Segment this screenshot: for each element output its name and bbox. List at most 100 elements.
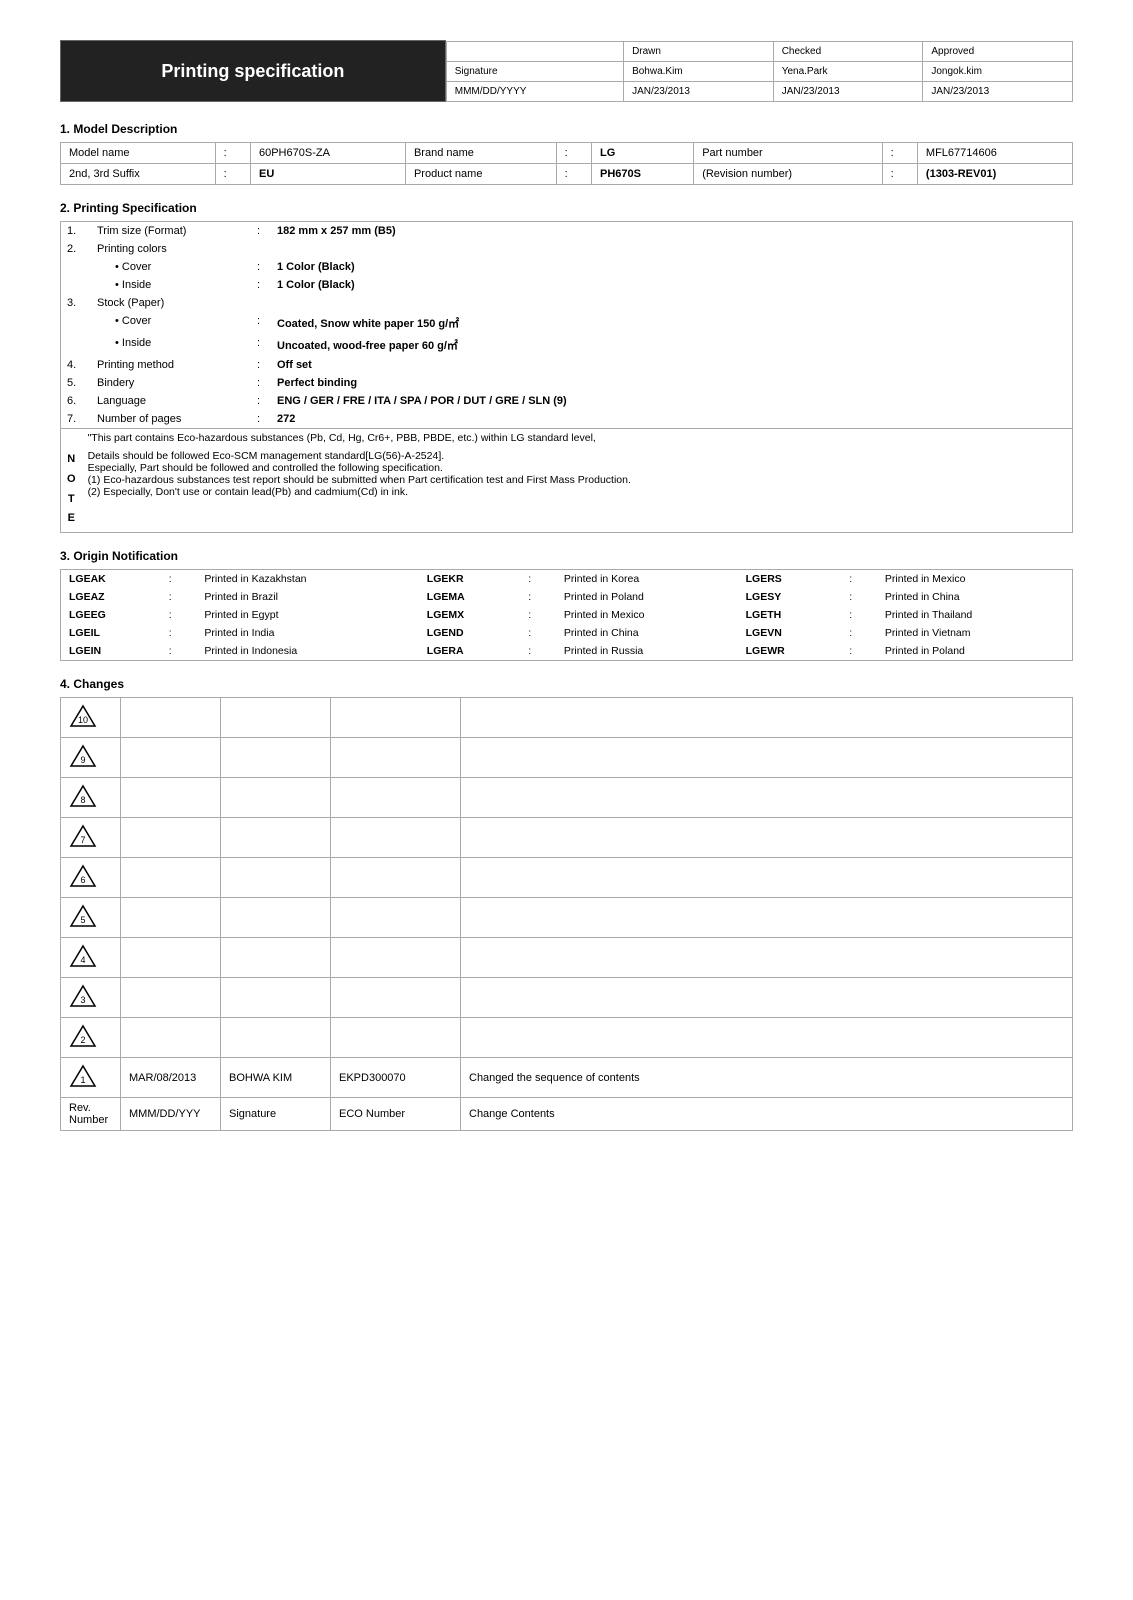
origin-sep-2-0: :: [161, 606, 197, 624]
document-title: Printing specification: [61, 41, 446, 102]
origin-row-3: LGEIL : Printed in India LGEND : Printed…: [61, 624, 1073, 642]
triangle-icon-2: 2: [69, 1022, 97, 1050]
spec-value-5: Perfect binding: [271, 374, 1072, 392]
spec-sep-1: :: [251, 222, 271, 240]
svg-text:4: 4: [80, 955, 85, 965]
change-rev-9: 9: [61, 738, 121, 778]
origin-val-4-2: Printed in Poland: [877, 642, 1073, 661]
origin-code-2-0: LGEEG: [61, 606, 161, 624]
spec-idx-2: 2.: [61, 240, 91, 258]
svg-text:2: 2: [80, 1035, 85, 1045]
change-sig-8: [221, 778, 331, 818]
origin-sep-2-2: :: [841, 606, 877, 624]
suffix-value: EU: [250, 164, 405, 185]
spec-sep-4: :: [251, 356, 271, 374]
spec-label-5: Bindery: [91, 374, 251, 392]
header-sig-label: Signature: [446, 61, 623, 81]
origin-val-1-2: Printed in China: [877, 588, 1073, 606]
revision-label: (Revision number): [694, 164, 882, 185]
spec-idx-1: 1.: [61, 222, 91, 240]
spec-value-cover: 1 Color (Black): [271, 258, 1072, 276]
change-contents-8: [461, 778, 1073, 818]
svg-text:7: 7: [80, 835, 85, 845]
origin-sep-4-1: :: [520, 642, 556, 661]
change-date-1: MAR/08/2013: [121, 1058, 221, 1098]
spec-table: 1. Trim size (Format) : 182 mm x 257 mm …: [61, 222, 1072, 428]
origin-val-0-2: Printed in Mexico: [877, 570, 1073, 589]
header-col-empty: [446, 41, 623, 61]
change-rev-2: 2: [61, 1018, 121, 1058]
origin-val-3-1: Printed in China: [556, 624, 738, 642]
spec-row-4: 4. Printing method : Off set: [61, 356, 1072, 374]
changes-footer-row: Rev. Number MMM/DD/YYY Signature ECO Num…: [61, 1098, 1073, 1131]
changes-footer-date: MMM/DD/YYY: [121, 1098, 221, 1131]
spec-label-2: Printing colors: [91, 240, 251, 258]
spec-idx-5: 5.: [61, 374, 91, 392]
product-name-label: Product name: [405, 164, 556, 185]
spec-row-7: 7. Number of pages : 272: [61, 410, 1072, 428]
section1-header: 1. Model Description: [60, 122, 1073, 136]
svg-text:1: 1: [80, 1075, 85, 1085]
change-eco-8: [331, 778, 461, 818]
change-row-7: 7: [61, 818, 1073, 858]
origin-sep-4-2: :: [841, 642, 877, 661]
spec-label-1: Trim size (Format): [91, 222, 251, 240]
spec-note-intro-text: "This part contains Eco-hazardous substa…: [82, 429, 1072, 448]
origin-val-4-0: Printed in Indonesia: [196, 642, 418, 661]
spec-label-7: Number of pages: [91, 410, 251, 428]
origin-val-2-2: Printed in Thailand: [877, 606, 1073, 624]
origin-code-4-1: LGERA: [419, 642, 521, 661]
spec-label-3: Stock (Paper): [91, 294, 251, 312]
origin-code-4-2: LGEWR: [738, 642, 842, 661]
suffix-label: 2nd, 3rd Suffix: [61, 164, 216, 185]
origin-row-2: LGEEG : Printed in Egypt LGEMX : Printed…: [61, 606, 1073, 624]
origin-sep-3-0: :: [161, 624, 197, 642]
spec-sep-cover-paper: :: [251, 312, 271, 334]
change-rev-3: 3: [61, 978, 121, 1018]
change-contents-3: [461, 978, 1073, 1018]
spec-note-table: "This part contains Eco-hazardous substa…: [61, 428, 1072, 532]
section3-header: 3. Origin Notification: [60, 549, 1073, 563]
origin-sep-3-1: :: [520, 624, 556, 642]
spec-note-intro-empty: [61, 429, 82, 448]
change-sig-5: [221, 898, 331, 938]
part-number-value: MFL67714606: [917, 143, 1072, 164]
origin-code-1-2: LGESY: [738, 588, 842, 606]
change-date-10: [121, 698, 221, 738]
origin-sep-1-0: :: [161, 588, 197, 606]
change-date-6: [121, 858, 221, 898]
spec-note-intro-row: "This part contains Eco-hazardous substa…: [61, 429, 1072, 448]
origin-code-2-1: LGEMX: [419, 606, 521, 624]
change-sig-3: [221, 978, 331, 1018]
change-sig-9: [221, 738, 331, 778]
origin-sep-0-2: :: [841, 570, 877, 589]
change-date-8: [121, 778, 221, 818]
note-line-1: Details should be followed Eco-SCM manag…: [88, 450, 1066, 462]
spec-row-5: 5. Bindery : Perfect binding: [61, 374, 1072, 392]
header-col-checked: Checked: [773, 41, 923, 61]
section2-header: 2. Printing Specification: [60, 201, 1073, 215]
spec-sep-7: :: [251, 410, 271, 428]
spec-sep-6: :: [251, 392, 271, 410]
spec-row-1: 1. Trim size (Format) : 182 mm x 257 mm …: [61, 222, 1072, 240]
spec-value-1: 182 mm x 257 mm (B5): [271, 222, 1072, 240]
origin-val-1-1: Printed in Poland: [556, 588, 738, 606]
change-contents-2: [461, 1018, 1073, 1058]
change-rev-10: 10: [61, 698, 121, 738]
spec-idx-6: 6.: [61, 392, 91, 410]
change-date-5: [121, 898, 221, 938]
spec-outer: 1. Trim size (Format) : 182 mm x 257 mm …: [60, 221, 1073, 533]
change-row-3: 3: [61, 978, 1073, 1018]
change-eco-10: [331, 698, 461, 738]
header-info: Drawn Checked Approved Signature Bohwa.K…: [445, 41, 1073, 102]
origin-code-2-2: LGETH: [738, 606, 842, 624]
change-date-9: [121, 738, 221, 778]
triangle-icon-4: 4: [69, 942, 97, 970]
model-name-sep: :: [215, 143, 250, 164]
header-col-drawn: Drawn: [624, 41, 774, 61]
changes-footer-eco: ECO Number: [331, 1098, 461, 1131]
spec-label-inside-paper: • Inside: [91, 334, 251, 356]
spec-sep-inside-paper: :: [251, 334, 271, 356]
spec-value-4: Off set: [271, 356, 1072, 374]
spec-row-inside-paper: • Inside : Uncoated, wood-free paper 60 …: [61, 334, 1072, 356]
